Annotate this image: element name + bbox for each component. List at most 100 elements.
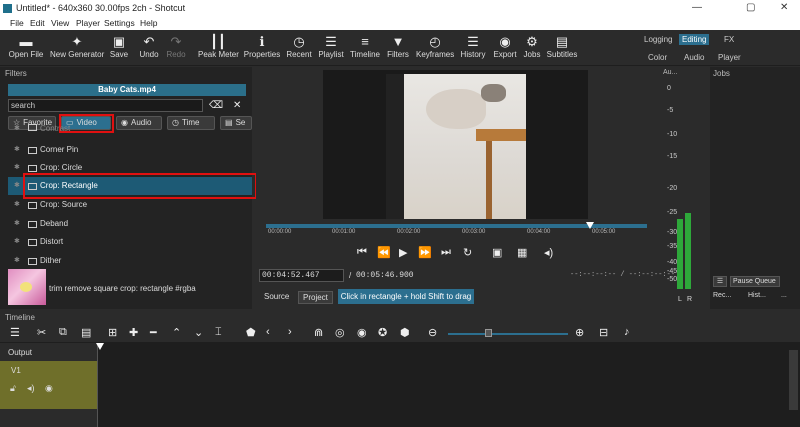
filters-button[interactable]: ▼ Filters (387, 33, 409, 59)
rewind-icon[interactable]: ⏪ (377, 246, 391, 259)
star-icon: ✱ (14, 164, 20, 171)
jobs-menu-icon[interactable]: ☰ (713, 276, 727, 287)
grid-icon[interactable]: ▦ (517, 246, 527, 259)
marker-icon[interactable]: ⬟ (246, 326, 256, 339)
timecode-field[interactable]: 00:04:52.467 (259, 269, 344, 282)
open-file-button[interactable]: ▬ Open File (8, 33, 44, 59)
star-icon: ✱ (14, 201, 20, 208)
playhead-marker[interactable] (586, 222, 594, 229)
track-v1-header[interactable]: V1 🔓︎ ◂) ◉ (0, 361, 97, 409)
tab-project[interactable]: Project (298, 291, 333, 304)
remove-icon[interactable]: ━ (150, 326, 157, 339)
jobs-button[interactable]: ⚙ Jobs (522, 33, 542, 59)
recent-button[interactable]: ◷ Recent (286, 33, 312, 59)
monitor-icon (28, 124, 37, 131)
keyframes-button[interactable]: ◴ Keyframes (416, 33, 454, 59)
split-icon[interactable]: ⌶ (215, 326, 222, 339)
append-icon[interactable]: ⊞ (108, 326, 117, 339)
cut-icon[interactable]: ✂ (37, 326, 46, 339)
new-generator-button[interactable]: ✦ New Generator (50, 33, 104, 59)
next-icon[interactable]: › (288, 326, 292, 338)
minimize-button[interactable]: — (692, 2, 702, 13)
zoom-out-icon[interactable]: ⊖ (428, 326, 437, 339)
lock-icon[interactable]: 🔓︎ (10, 383, 16, 394)
ripple-all-icon[interactable]: ✪ (378, 326, 387, 339)
markers-icon[interactable]: ⬢ (400, 326, 410, 339)
paste-icon[interactable]: ▤ (81, 326, 91, 339)
previous-icon[interactable]: ‹ (266, 326, 270, 338)
layout-color[interactable]: Color (648, 53, 667, 62)
layout-audio[interactable]: Audio (684, 53, 704, 62)
copy-icon[interactable]: ⧉ (59, 326, 67, 339)
loop-icon[interactable]: ↻ (463, 246, 472, 259)
timeline-scrollbar[interactable] (789, 350, 798, 410)
history-button[interactable]: ☰ History (459, 33, 487, 59)
bars-icon: ┃┃ (210, 34, 226, 49)
export-button[interactable]: ◉ Export (492, 33, 518, 59)
filter-item-distort[interactable]: ✱ Distort (8, 233, 252, 251)
filter-item-contrast[interactable]: ✱ Contrast (8, 124, 252, 134)
timeline-panel-title: Timeline (5, 313, 35, 322)
subtitles-button[interactable]: ▤ Subtitles (546, 33, 578, 59)
video-preview[interactable] (323, 70, 588, 219)
fast-forward-icon[interactable]: ⏩ (418, 246, 432, 259)
filter-item-deband[interactable]: ✱ Deband (8, 215, 252, 233)
menu-help[interactable]: Help (140, 18, 157, 28)
filter-clip-name: Baby Cats.mp4 (8, 84, 246, 96)
peak-meter-button[interactable]: ┃┃ Peak Meter (198, 33, 239, 59)
layout-fx[interactable]: FX (724, 35, 734, 44)
save-button[interactable]: ▣ Save (108, 33, 130, 59)
star-icon: ✱ (14, 182, 20, 189)
playlist-button[interactable]: ☰ Playlist (318, 33, 344, 59)
zoom-in-icon[interactable]: ⊕ (575, 326, 584, 339)
timeline-playhead[interactable] (96, 343, 104, 350)
filter-item-corner-pin[interactable]: ✱ Corner Pin (8, 141, 252, 159)
zoom-icon[interactable]: ▣ (492, 246, 502, 259)
layout-editing[interactable]: Editing (679, 34, 710, 45)
timeline-button[interactable]: ≡ Timeline (350, 33, 380, 59)
clock-icon: ◷ (293, 34, 305, 49)
close-button[interactable]: ✕ (780, 2, 788, 13)
jobs-history-button[interactable]: Hist... (748, 292, 775, 303)
star-icon: ✱ (14, 257, 20, 264)
clear-search-icon[interactable]: ⌫ (209, 100, 223, 111)
menu-file[interactable]: File (10, 18, 24, 28)
zoom-fit-icon[interactable]: ⊟ (599, 326, 608, 339)
scrub-icon[interactable]: ◎ (335, 326, 345, 339)
jobs-recent-button[interactable]: Rec... (713, 292, 740, 303)
record-audio-icon[interactable]: ♪ (624, 326, 630, 338)
zoom-slider-handle[interactable] (485, 329, 492, 337)
maximize-button[interactable]: ▢ (746, 2, 755, 13)
menu-edit[interactable]: Edit (30, 18, 45, 28)
menu-view[interactable]: View (51, 18, 69, 28)
jobs-more-button[interactable]: ... (781, 292, 795, 303)
redo-button[interactable]: ↷ Redo (165, 33, 187, 59)
menu-player[interactable]: Player (76, 18, 100, 28)
add-icon[interactable]: ✚ (129, 326, 138, 339)
close-icon[interactable]: ✕ (233, 100, 241, 111)
skip-end-icon[interactable]: ⏭ (441, 246, 451, 259)
menu-settings[interactable]: Settings (104, 18, 135, 28)
layout-player[interactable]: Player (718, 53, 741, 62)
zoom-slider-track[interactable] (448, 333, 568, 335)
timeline-tracks-area[interactable] (97, 343, 800, 427)
mute-icon[interactable]: ◂) (27, 383, 35, 394)
filter-search-input[interactable]: search (8, 99, 203, 112)
volume-icon[interactable]: ◂) (544, 246, 553, 259)
tab-source[interactable]: Source (260, 291, 293, 302)
snap-icon[interactable]: ⋒ (314, 326, 323, 339)
play-icon[interactable]: ▶ (399, 246, 407, 259)
lift-icon[interactable]: ⌃ (172, 326, 181, 339)
undo-button[interactable]: ↶ Undo (138, 33, 160, 59)
timeline-menu-icon[interactable]: ☰ (10, 326, 20, 339)
eye-icon[interactable]: ◉ (45, 383, 53, 394)
properties-button[interactable]: ℹ Properties (243, 33, 281, 59)
filter-item-dither[interactable]: ✱ Dither (8, 252, 252, 270)
layout-logging[interactable]: Logging (644, 35, 672, 44)
overwrite-icon[interactable]: ⌄ (194, 326, 203, 339)
ripple-icon[interactable]: ◉ (357, 326, 367, 339)
pause-queue-button[interactable]: Pause Queue (730, 276, 780, 287)
export-icon: ◉ (499, 34, 511, 49)
player-scrubber[interactable]: 00:00:00 00:01:00 00:02:00 00:03:00 00:0… (264, 222, 649, 240)
skip-start-icon[interactable]: ⏮ (357, 246, 367, 259)
